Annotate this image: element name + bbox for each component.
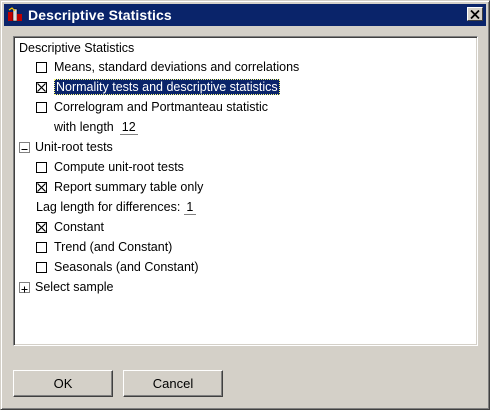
option-trend[interactable]: Trend (and Constant) bbox=[36, 238, 172, 256]
option-normality-tests[interactable]: Normality tests and descriptive statisti… bbox=[36, 78, 280, 96]
checkbox-checked[interactable] bbox=[36, 81, 47, 93]
option-report-summary[interactable]: Report summary table only bbox=[36, 178, 203, 196]
option-label-selected: Normality tests and descriptive statisti… bbox=[54, 79, 280, 95]
option-label: Constant bbox=[54, 220, 105, 234]
length-input[interactable]: 12 bbox=[119, 120, 138, 135]
title-bar[interactable]: Descriptive Statistics bbox=[4, 4, 486, 26]
checkbox-checked[interactable] bbox=[36, 221, 47, 233]
option-label: Seasonals (and Constant) bbox=[54, 260, 199, 274]
ok-button[interactable]: OK bbox=[13, 370, 113, 397]
length-label: with length bbox=[54, 120, 114, 134]
options-tree-panel[interactable]: Descriptive Statistics Means, standard d… bbox=[13, 36, 478, 346]
lag-length-input[interactable]: 1 bbox=[184, 200, 197, 215]
option-label: Compute unit-root tests bbox=[54, 160, 184, 174]
section-label: Descriptive Statistics bbox=[19, 41, 135, 55]
app-icon bbox=[7, 7, 23, 23]
cancel-button[interactable]: Cancel bbox=[123, 370, 223, 397]
option-seasonals[interactable]: Seasonals (and Constant) bbox=[36, 258, 199, 276]
collapse-icon[interactable] bbox=[19, 141, 30, 153]
checkbox-unchecked[interactable] bbox=[36, 241, 47, 253]
option-correlogram[interactable]: Correlogram and Portmanteau statistic bbox=[36, 98, 268, 116]
window-title: Descriptive Statistics bbox=[28, 7, 172, 23]
correlogram-length-row: with length 12 bbox=[54, 118, 138, 136]
option-compute-unit-root[interactable]: Compute unit-root tests bbox=[36, 158, 184, 176]
lag-length-label: Lag length for differences: bbox=[36, 200, 181, 214]
section-label: Select sample bbox=[35, 280, 114, 294]
section-label: Unit-root tests bbox=[35, 140, 113, 154]
checkbox-unchecked[interactable] bbox=[36, 261, 47, 273]
option-label: Means, standard deviations and correlati… bbox=[54, 60, 300, 74]
checkbox-checked[interactable] bbox=[36, 181, 47, 193]
section-select-sample[interactable]: Select sample bbox=[19, 278, 114, 296]
expand-icon[interactable] bbox=[19, 281, 30, 293]
option-constant[interactable]: Constant bbox=[36, 218, 104, 236]
checkbox-unchecked[interactable] bbox=[36, 161, 47, 173]
option-label: Trend (and Constant) bbox=[54, 240, 173, 254]
section-unit-root-tests[interactable]: Unit-root tests bbox=[19, 138, 113, 156]
close-button[interactable] bbox=[467, 7, 483, 21]
dialog-window: Descriptive Statistics Descriptive Stati… bbox=[0, 0, 490, 410]
section-descriptive-statistics: Descriptive Statistics bbox=[19, 39, 134, 57]
checkbox-unchecked[interactable] bbox=[36, 101, 47, 113]
option-means-std-correlations[interactable]: Means, standard deviations and correlati… bbox=[36, 58, 299, 76]
option-label: Correlogram and Portmanteau statistic bbox=[54, 100, 268, 114]
option-label: Report summary table only bbox=[54, 180, 204, 194]
checkbox-unchecked[interactable] bbox=[36, 61, 47, 73]
close-icon bbox=[470, 9, 480, 19]
lag-length-row: Lag length for differences: 1 bbox=[36, 198, 197, 216]
